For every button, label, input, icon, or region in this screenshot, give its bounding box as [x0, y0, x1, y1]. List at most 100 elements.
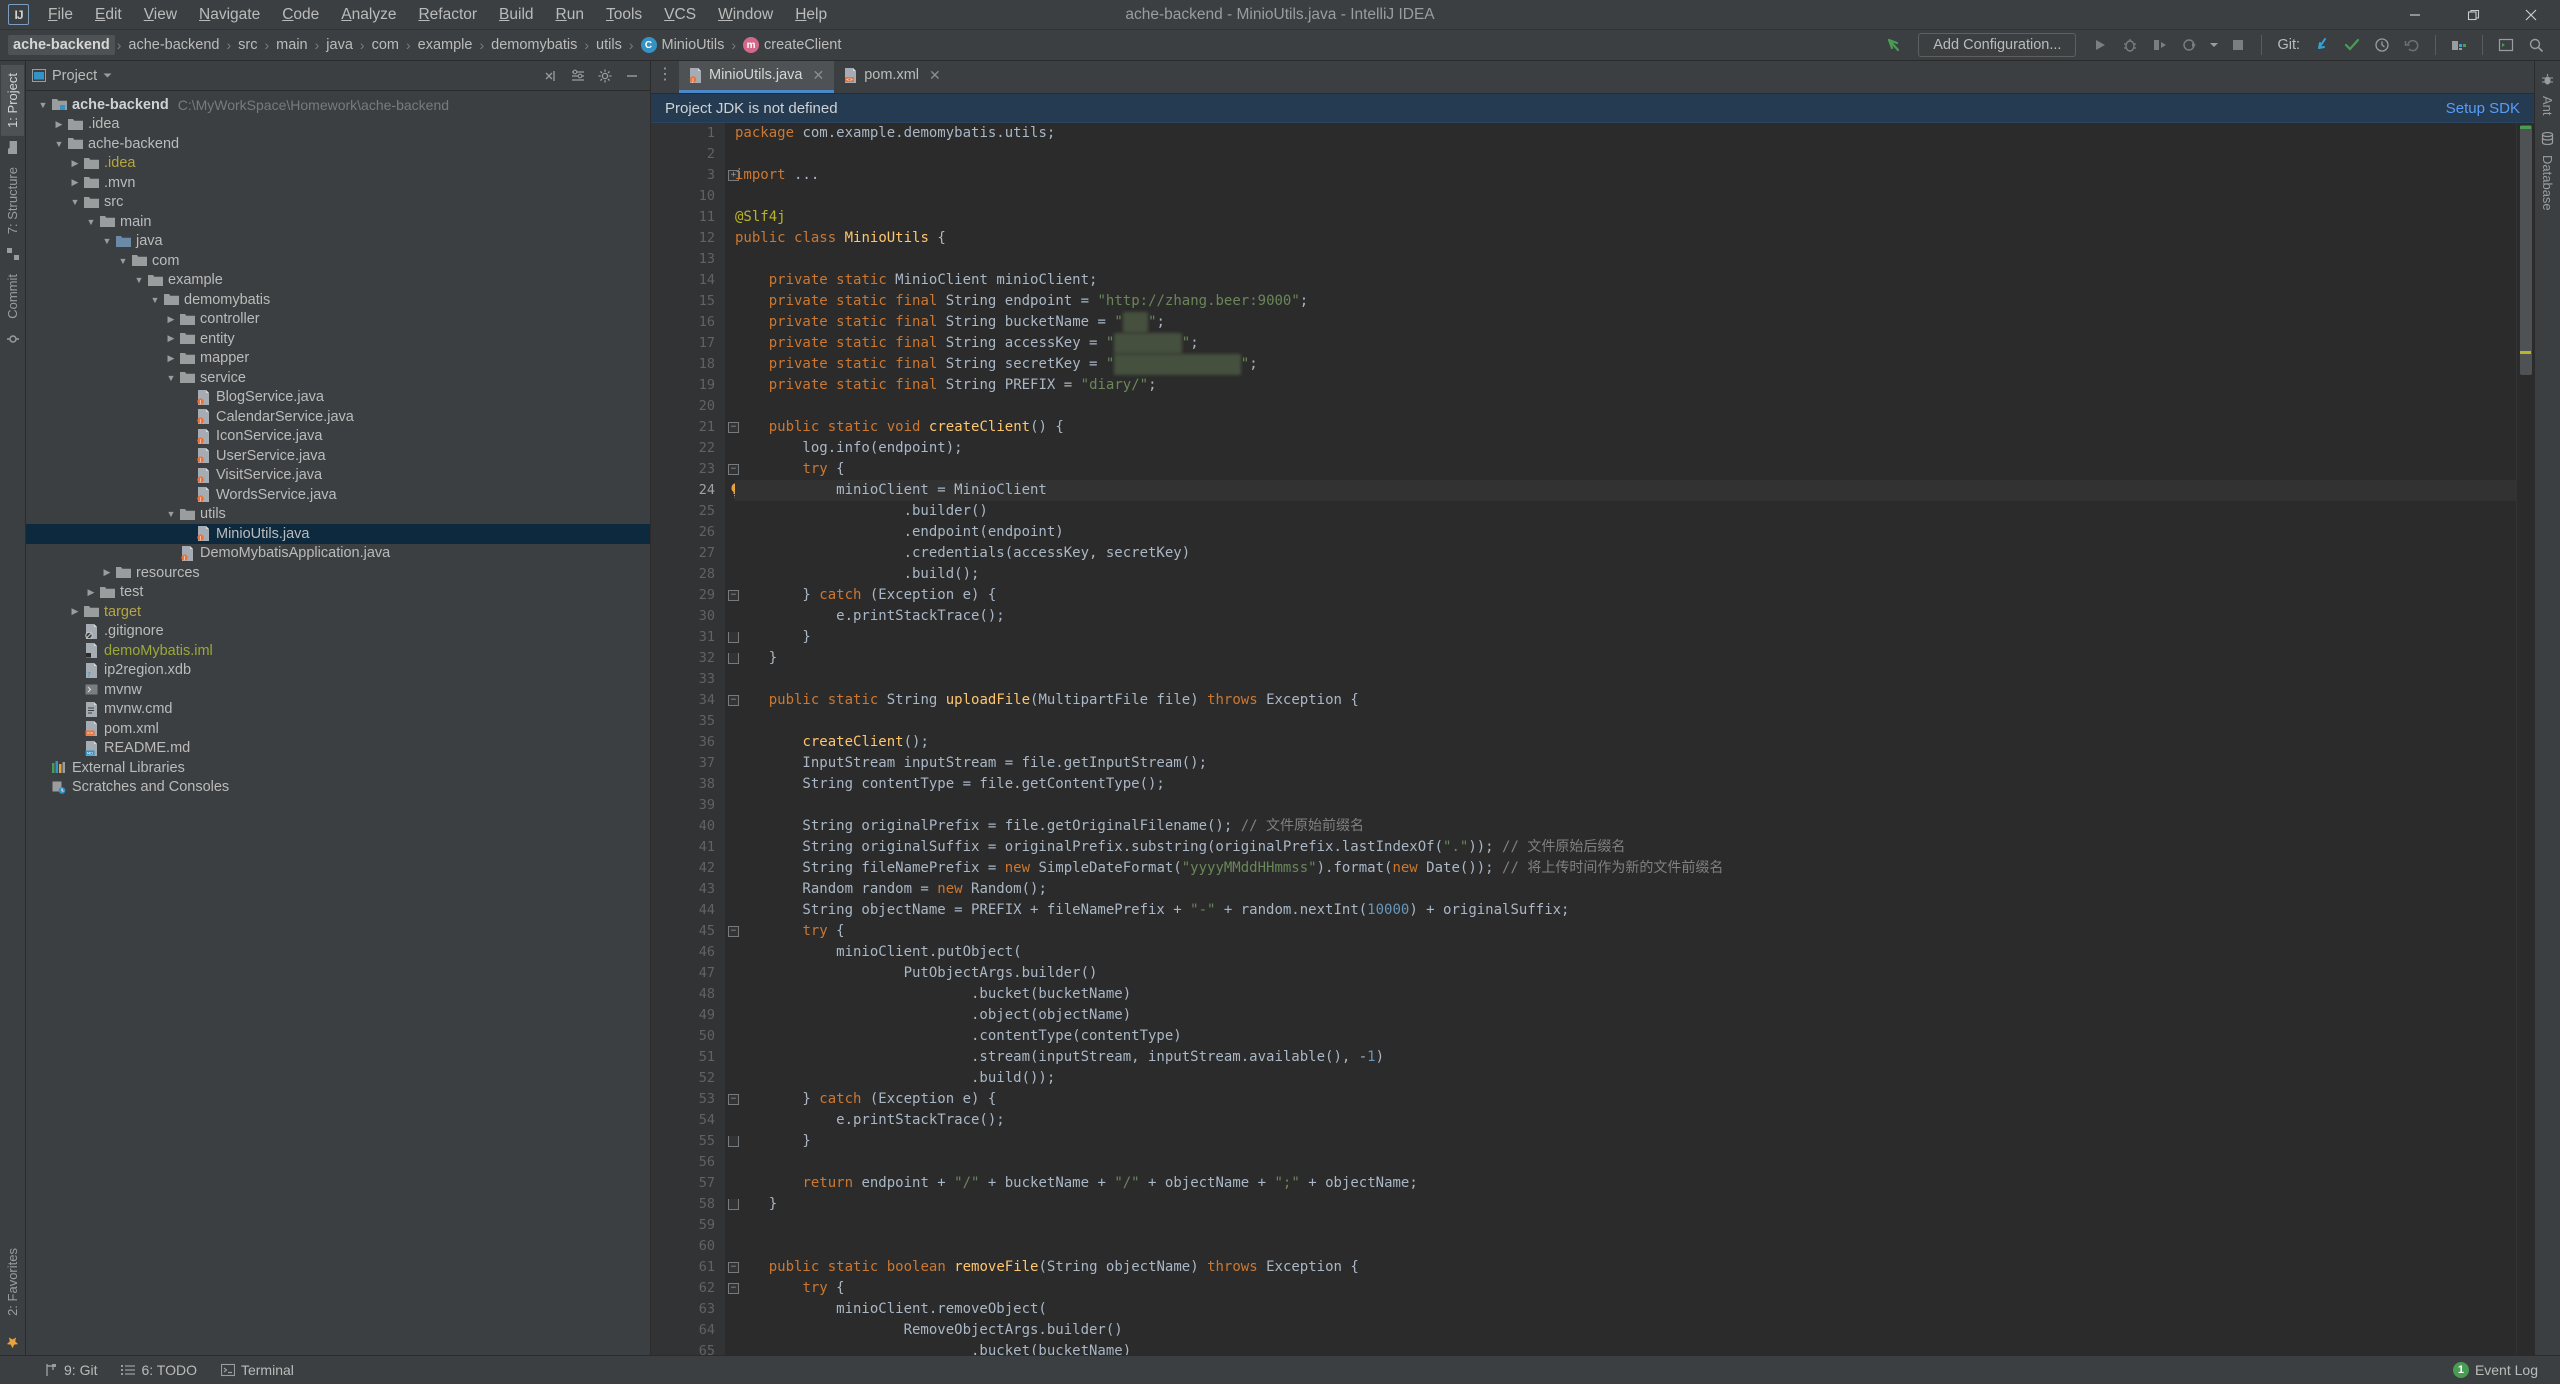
tree-node[interactable]: Scratches and Consoles	[26, 778, 650, 798]
code-line[interactable]: }	[735, 648, 2516, 669]
hide-icon[interactable]	[620, 64, 644, 88]
tree-node[interactable]: External Libraries	[26, 758, 650, 778]
code-line[interactable]: private static final String secretKey = …	[735, 354, 2516, 375]
code-content[interactable]: package com.example.demomybatis.utils; i…	[725, 123, 2516, 1355]
tree-node[interactable]: J VisitService.java	[26, 466, 650, 486]
tree-node[interactable]: ▼ ache-backend	[26, 134, 650, 154]
code-line[interactable]: Random random = new Random();	[735, 879, 2516, 900]
code-line[interactable]	[735, 144, 2516, 165]
close-icon[interactable]: ✕	[929, 67, 941, 84]
run-button[interactable]	[2086, 32, 2114, 58]
tool-window-favorites[interactable]: 2: Favorites	[1, 1240, 24, 1324]
tree-node[interactable]: J BlogService.java	[26, 388, 650, 408]
tree-node[interactable]: ▼ utils	[26, 505, 650, 525]
tree-node[interactable]: ▼ src	[26, 193, 650, 213]
chevron-down-icon[interactable]: ▼	[36, 100, 50, 110]
code-line[interactable]	[735, 186, 2516, 207]
menu-build[interactable]: Build	[488, 3, 544, 27]
breadcrumb-item-ache-backend[interactable]: ache-backend	[8, 35, 115, 55]
chevron-down-icon[interactable]: ▼	[52, 139, 66, 149]
code-line[interactable]: .stream(inputStream, inputStream.availab…	[735, 1047, 2516, 1068]
menu-help[interactable]: Help	[784, 3, 838, 27]
code-line[interactable]	[735, 795, 2516, 816]
code-line[interactable]	[735, 1215, 2516, 1236]
code-line[interactable]: minioClient = MinioClient	[735, 480, 2516, 501]
tree-node[interactable]: ? ip2region.xdb	[26, 661, 650, 681]
chevron-right-icon[interactable]: ▶	[68, 158, 82, 169]
tool-window-structure[interactable]: 7: Structure	[1, 159, 24, 242]
code-line[interactable]: .credentials(accessKey, secretKey)	[735, 543, 2516, 564]
editor-tab-pomxml[interactable]: <> pom.xml ✕	[834, 60, 951, 93]
commit-icon[interactable]	[3, 327, 23, 351]
code-line[interactable]: .builder()	[735, 501, 2516, 522]
chevron-down-icon[interactable]: ▼	[148, 295, 162, 305]
update-project-button[interactable]	[2308, 32, 2336, 58]
breadcrumb-item-createclient[interactable]: m createClient	[738, 35, 846, 55]
menu-window[interactable]: Window	[707, 3, 784, 27]
code-line[interactable]: minioClient.removeObject(	[735, 1299, 2516, 1320]
code-line[interactable]: } catch (Exception e) {	[735, 585, 2516, 606]
menu-file[interactable]: File	[37, 3, 84, 27]
project-panel-title[interactable]: Project	[32, 68, 112, 84]
chevron-right-icon[interactable]: ▶	[164, 314, 178, 325]
tree-node[interactable]: J WordsService.java	[26, 485, 650, 505]
menu-edit[interactable]: Edit	[84, 3, 133, 27]
scrollbar-thumb[interactable]	[2520, 125, 2532, 375]
database-icon[interactable]	[2537, 124, 2558, 147]
profiler-button[interactable]	[2176, 32, 2204, 58]
expand-settings-icon[interactable]	[566, 64, 590, 88]
tree-node[interactable]: mvnw	[26, 680, 650, 700]
chevron-right-icon[interactable]: ▶	[84, 587, 98, 598]
menu-view[interactable]: View	[133, 3, 188, 27]
project-tree[interactable]: ▼ ache-backend C:\MyWorkSpace\Homework\ach…	[26, 91, 650, 1355]
code-line[interactable]: String objectName = PREFIX + fileNamePre…	[735, 900, 2516, 921]
code-line[interactable]: String fileNamePrefix = new SimpleDateFo…	[735, 858, 2516, 879]
tree-node[interactable]: ▶ entity	[26, 329, 650, 349]
code-line[interactable]: }	[735, 627, 2516, 648]
chevron-right-icon[interactable]: ▶	[68, 606, 82, 617]
code-line[interactable]: .endpoint(endpoint)	[735, 522, 2516, 543]
tree-node[interactable]: ▶ .idea	[26, 154, 650, 174]
menu-vcs[interactable]: VCS	[653, 3, 707, 27]
code-line[interactable]: public static String uploadFile(Multipar…	[735, 690, 2516, 711]
editor-tab-miniotutils[interactable]: J MinioUtils.java ✕	[679, 60, 835, 93]
tree-node[interactable]: J CalendarService.java	[26, 407, 650, 427]
chevron-right-icon[interactable]: ▶	[52, 119, 66, 130]
folder-icon[interactable]	[2, 136, 23, 159]
code-line[interactable]: String contentType = file.getContentType…	[735, 774, 2516, 795]
status-event-log[interactable]: 1 Event Log	[2441, 1362, 2550, 1378]
code-line[interactable]: } catch (Exception e) {	[735, 1089, 2516, 1110]
code-line[interactable]: private static final String bucketName =…	[735, 312, 2516, 333]
chevron-down-icon[interactable]: ▼	[84, 217, 98, 227]
structure-icon[interactable]	[3, 242, 23, 266]
code-line[interactable]: package com.example.demomybatis.utils;	[735, 123, 2516, 144]
code-line[interactable]: PutObjectArgs.builder()	[735, 963, 2516, 984]
chevron-down-icon[interactable]: ▼	[164, 509, 178, 519]
chevron-down-icon[interactable]: ▼	[164, 373, 178, 383]
menu-code[interactable]: Code	[271, 3, 330, 27]
tree-node[interactable]: ▼ demomybatis	[26, 290, 650, 310]
chevron-down-icon[interactable]: ▼	[68, 197, 82, 207]
code-line[interactable]: .bucket(bucketName)	[735, 984, 2516, 1005]
breadcrumb-item-java[interactable]: java	[321, 35, 358, 55]
tree-node[interactable]: ▶ mapper	[26, 349, 650, 369]
breadcrumb-item-demomybatis[interactable]: demomybatis	[486, 35, 582, 55]
settings-button[interactable]	[2445, 32, 2473, 58]
tool-window-commit[interactable]: Commit	[1, 266, 24, 327]
code-line[interactable]: try {	[735, 921, 2516, 942]
chevron-down-icon[interactable]: ▼	[132, 275, 146, 285]
code-line[interactable]: import ...	[735, 165, 2516, 186]
close-button[interactable]	[2502, 0, 2560, 30]
tool-window-database[interactable]: Database	[2536, 147, 2559, 219]
tree-node[interactable]: mvnw.cmd	[26, 700, 650, 720]
code-line[interactable]: InputStream inputStream = file.getInputS…	[735, 753, 2516, 774]
breadcrumb-item-ache-backend[interactable]: ache-backend	[123, 35, 224, 55]
history-button[interactable]	[2368, 32, 2396, 58]
tree-node[interactable]: ▶ controller	[26, 310, 650, 330]
tree-node[interactable]: ▶ .idea	[26, 115, 650, 135]
code-line[interactable]: try {	[735, 1278, 2516, 1299]
tool-window-project[interactable]: 1: Project	[1, 65, 24, 136]
tree-node[interactable]: MD README.md	[26, 739, 650, 759]
debug-button[interactable]	[2116, 32, 2144, 58]
code-line[interactable]: String originalPrefix = file.getOriginal…	[735, 816, 2516, 837]
